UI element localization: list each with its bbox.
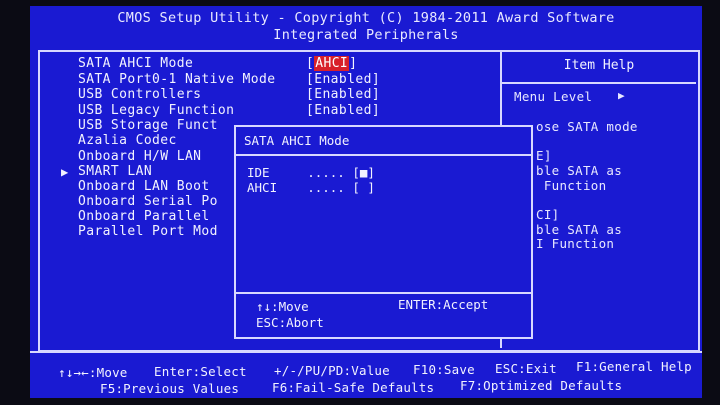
option-ahci-label: AHCI ..... <box>247 180 345 195</box>
value-bracket-open: [ <box>306 56 315 71</box>
menu-item-usb-legacy-function[interactable]: USB Legacy Function <box>78 103 234 118</box>
option-ahci-mark: [ ] <box>352 180 375 195</box>
footer-key-general-help: F1:General Help <box>576 359 692 374</box>
option-ahci[interactable]: AHCI ..... [ ] <box>247 180 375 195</box>
footer-key-optimized-defaults: F7:Optimized Defaults <box>460 378 623 393</box>
help-line-4: Function <box>536 178 607 193</box>
sata-ahci-mode-dialog[interactable]: SATA AHCI Mode IDE ..... [■] AHCI ..... … <box>234 125 533 339</box>
menu-item-usb-storage-function[interactable]: USB Storage Funct <box>78 118 218 133</box>
menu-item-sata-port-native-mode[interactable]: SATA Port0-1 Native Mode <box>78 72 275 87</box>
option-ide[interactable]: IDE ..... [■] <box>247 165 375 180</box>
header-subtitle: Integrated Peripherals <box>273 27 459 43</box>
help-line-1: ose SATA mode <box>536 119 638 134</box>
menu-item-onboard-parallel[interactable]: Onboard Parallel <box>78 209 210 224</box>
dialog-title: SATA AHCI Mode <box>244 133 350 148</box>
footer-key-select: Enter:Select <box>154 364 247 379</box>
option-ide-mark: [■] <box>352 165 375 180</box>
option-ide-label: IDE ..... <box>247 165 345 180</box>
menu-item-azalia-codec[interactable]: Azalia Codec <box>78 133 177 148</box>
help-line-2: E] <box>536 148 552 163</box>
menu-level-arrow-icon: ▶ <box>618 89 625 102</box>
menu-item-usb-controllers[interactable]: USB Controllers <box>78 87 201 102</box>
dialog-key-move: ↑↓:Move <box>256 299 309 314</box>
dialog-footer-divider <box>236 292 531 294</box>
item-help-title: Item Help <box>563 58 635 73</box>
value-usb-legacy-function[interactable]: [Enabled] <box>306 103 380 118</box>
help-line-6: ble SATA as <box>536 222 623 237</box>
header-title: CMOS Setup Utility - Copyright (C) 1984-… <box>117 10 615 26</box>
dialog-key-abort: ESC:Abort <box>256 315 324 330</box>
footer-key-exit: ESC:Exit <box>495 361 557 376</box>
menu-item-onboard-serial-port[interactable]: Onboard Serial Po <box>78 194 218 209</box>
help-line-7: I Function <box>536 236 615 251</box>
value-bracket-close: ] <box>349 56 358 71</box>
menu-item-smart-lan[interactable]: SMART LAN <box>78 164 152 179</box>
help-line-3: ble SATA as <box>536 163 623 178</box>
help-title-divider <box>502 82 696 84</box>
submenu-arrow-icon: ▶ <box>61 165 69 179</box>
footer-key-fail-safe-defaults: F6:Fail-Safe Defaults <box>272 380 435 395</box>
value-sata-ahci-mode[interactable]: [AHCI] <box>306 56 357 71</box>
help-line-5: CI] <box>536 207 560 222</box>
footer-key-value: +/-/PU/PD:Value <box>274 363 390 378</box>
menu-item-onboard-lan-boot[interactable]: Onboard LAN Boot <box>78 179 210 194</box>
dialog-title-divider <box>236 154 531 156</box>
footer-key-previous-values: F5:Previous Values <box>100 381 240 396</box>
dialog-key-accept: ENTER:Accept <box>398 297 489 312</box>
key-legend-footer: ↑↓→←:Move Enter:Select +/-/PU/PD:Value F… <box>30 351 702 398</box>
value-usb-controllers[interactable]: [Enabled] <box>306 87 380 102</box>
menu-item-onboard-hw-lan[interactable]: Onboard H/W LAN <box>78 149 201 164</box>
menu-item-parallel-port-mode[interactable]: Parallel Port Mod <box>78 224 218 239</box>
menu-level-label: Menu Level <box>514 89 593 104</box>
value-sata-port-native-mode[interactable]: [Enabled] <box>306 72 380 87</box>
value-selected-ahci[interactable]: AHCI <box>314 56 350 71</box>
menu-item-sata-ahci-mode[interactable]: SATA AHCI Mode <box>78 56 193 71</box>
bios-screen: CMOS Setup Utility - Copyright (C) 1984-… <box>30 6 702 398</box>
footer-key-move: ↑↓→←:Move <box>58 365 128 380</box>
footer-key-save: F10:Save <box>413 362 475 377</box>
